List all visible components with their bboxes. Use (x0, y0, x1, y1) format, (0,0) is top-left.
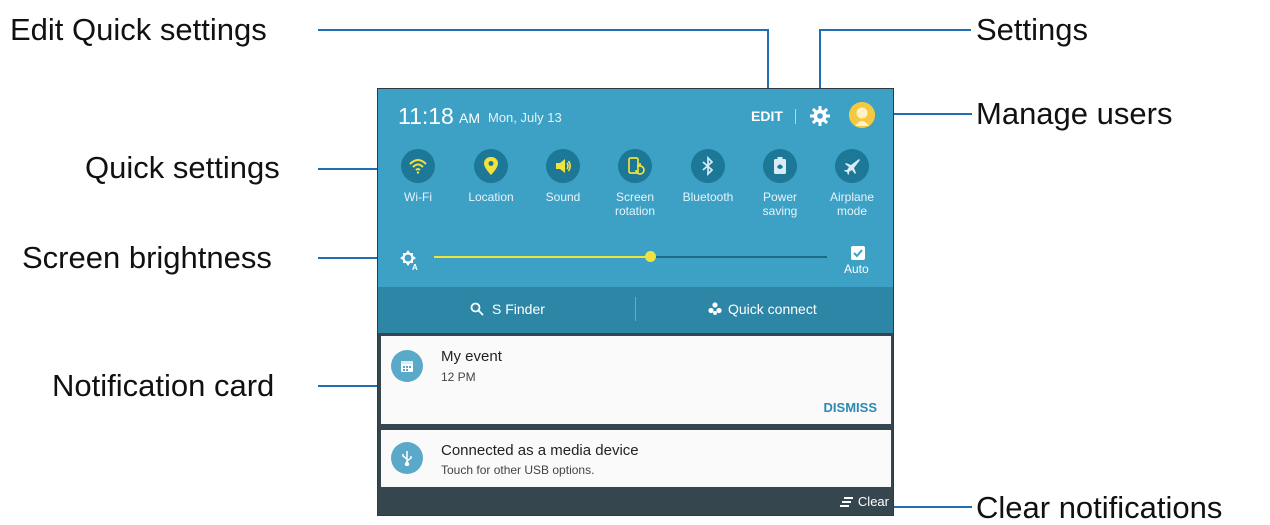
tile-screen-rotation[interactable]: Screen rotation (598, 149, 672, 218)
dismiss-button[interactable]: DISMISS (824, 400, 877, 415)
quick-connect-button[interactable]: Quick connect (708, 301, 817, 317)
airplane-icon (835, 149, 869, 183)
location-icon (474, 149, 508, 183)
callout-manage-users: Manage users (976, 96, 1173, 131)
clear-label: Clear (857, 494, 889, 509)
tile-location[interactable]: Location (454, 149, 528, 204)
brightness-slider-fill (434, 256, 651, 258)
clock-ampm: AM (459, 110, 480, 126)
notification-panel: 11:18 AM Mon, July 13 EDIT Wi-Fi Locatio… (377, 88, 894, 516)
tile-label: Location (468, 190, 514, 204)
user-avatar-icon[interactable] (849, 102, 875, 128)
tile-wifi[interactable]: Wi-Fi (381, 149, 455, 204)
leader-notification-card (318, 385, 382, 387)
tile-label: Wi-Fi (404, 190, 432, 204)
callout-clear-notifications: Clear notifications (976, 490, 1223, 525)
tile-sound[interactable]: Sound (526, 149, 600, 204)
leader-settings-h (819, 29, 971, 31)
notification-title: Connected as a media device (441, 442, 639, 459)
quick-settings-panel: 11:18 AM Mon, July 13 EDIT Wi-Fi Locatio… (378, 89, 893, 287)
finder-bar: S Finder Quick connect (378, 287, 893, 333)
tile-label: Airplane mode (829, 190, 875, 218)
notification-subtitle: 12 PM (441, 370, 476, 384)
auto-brightness-label: Auto (844, 262, 869, 276)
s-finder-button[interactable]: S Finder (470, 301, 545, 317)
brightness-slider[interactable] (434, 251, 827, 262)
notification-title: My event (441, 348, 502, 365)
s-finder-label: S Finder (492, 301, 545, 317)
brightness-slider-thumb[interactable] (645, 251, 657, 262)
tile-label: Sound (545, 190, 581, 204)
status-date: Mon, July 13 (488, 110, 562, 125)
quick-connect-label: Quick connect (728, 301, 817, 317)
tile-bluetooth[interactable]: Bluetooth (671, 149, 745, 204)
notification-card-event[interactable]: My event 12 PM DISMISS (381, 336, 891, 424)
power-saving-icon (763, 149, 797, 183)
sound-icon (546, 149, 580, 183)
callout-notification-card: Notification card (52, 368, 275, 403)
leader-edit-h (318, 29, 769, 31)
auto-brightness-checkbox[interactable] (851, 246, 865, 260)
bluetooth-icon (691, 149, 725, 183)
tile-label: Bluetooth (682, 190, 734, 204)
tile-label: Screen rotation (614, 190, 656, 218)
leader-clear-notifications (892, 506, 972, 508)
callout-edit-quick-settings: Edit Quick settings (10, 12, 267, 47)
finder-divider (635, 297, 636, 321)
search-icon (470, 302, 484, 316)
callout-quick-settings: Quick settings (85, 150, 280, 185)
quick-connect-icon (708, 302, 722, 315)
calendar-icon (391, 350, 423, 382)
clock-time: 11:18 (398, 103, 454, 129)
tile-power-saving[interactable]: Power saving (743, 149, 817, 218)
tile-label: Power saving (762, 190, 798, 218)
svg-text:A: A (412, 263, 418, 272)
wifi-icon (401, 149, 435, 183)
clear-notifications-button[interactable]: Clear (839, 494, 889, 509)
notification-card-usb[interactable]: Connected as a media device Touch for ot… (381, 430, 891, 487)
callout-settings: Settings (976, 12, 1089, 47)
header-divider (795, 109, 796, 124)
callout-screen-brightness: Screen brightness (22, 240, 272, 275)
clear-all-icon (839, 496, 853, 507)
notification-subtitle: Touch for other USB options. (441, 463, 595, 477)
usb-icon (391, 442, 423, 474)
tile-airplane-mode[interactable]: Airplane mode (815, 149, 889, 218)
notification-footer: Clear (378, 489, 893, 515)
brightness-auto-icon: A (398, 248, 422, 272)
edit-quick-settings-button[interactable]: EDIT (751, 108, 783, 124)
screen-rotation-icon (618, 149, 652, 183)
settings-gear-icon[interactable] (808, 104, 832, 128)
